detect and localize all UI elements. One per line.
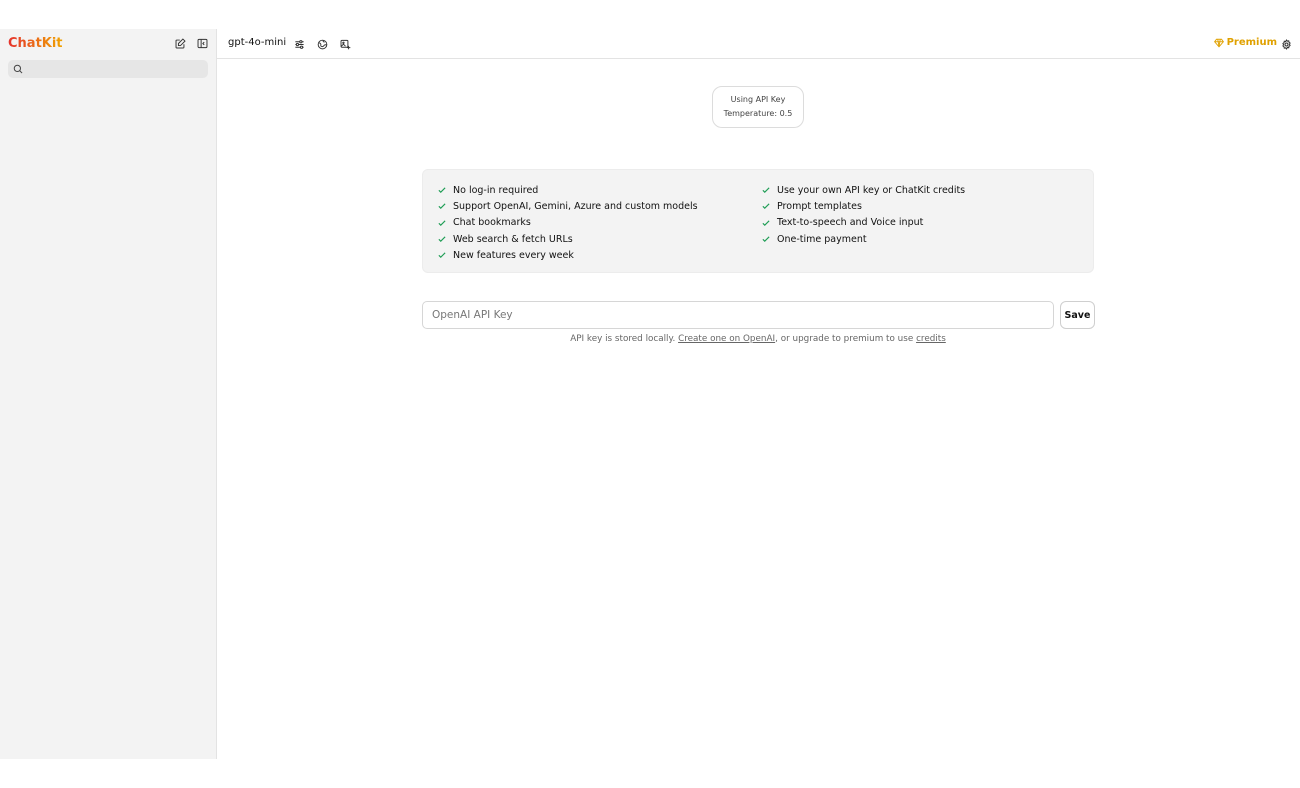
model-selector[interactable]: gpt-4o-mini — [228, 37, 286, 48]
api-status-label: Using API Key — [730, 95, 786, 104]
feature-item: No log-in required — [437, 182, 698, 198]
image-plus-icon[interactable] — [339, 38, 351, 50]
app-window: ChatKit gpt-4o-mini Premium Using API Ke… — [0, 29, 1300, 759]
api-note-prefix: API key is stored locally. — [570, 334, 679, 344]
api-key-row: Save — [422, 301, 1095, 329]
feature-label: Chat bookmarks — [453, 217, 531, 229]
feature-item: New features every week — [437, 247, 698, 263]
feature-item: Web search & fetch URLs — [437, 231, 698, 247]
check-icon — [437, 201, 447, 211]
check-icon — [437, 218, 447, 228]
feature-item: Chat bookmarks — [437, 215, 698, 231]
globe-icon[interactable] — [316, 38, 328, 50]
check-icon — [761, 201, 771, 211]
search-input[interactable] — [28, 63, 198, 75]
sliders-icon[interactable] — [293, 38, 305, 50]
api-note-middle: , or upgrade to premium to use — [775, 334, 917, 344]
check-icon — [761, 218, 771, 228]
premium-button[interactable]: Premium — [1213, 37, 1277, 48]
feature-label: One-time payment — [777, 233, 867, 245]
check-icon — [761, 185, 771, 195]
diamond-icon — [1213, 38, 1224, 47]
feature-item: Use your own API key or ChatKit credits — [761, 182, 965, 198]
features-panel: No log-in required Support OpenAI, Gemin… — [422, 169, 1094, 273]
top-bar: gpt-4o-mini Premium — [217, 29, 1300, 59]
check-icon — [761, 234, 771, 244]
check-icon — [437, 234, 447, 244]
topbar-actions — [293, 38, 351, 50]
new-chat-icon[interactable] — [174, 37, 186, 49]
search-icon — [13, 64, 23, 74]
credits-link[interactable]: credits — [916, 334, 946, 344]
check-icon — [437, 185, 447, 195]
feature-item: Text-to-speech and Voice input — [761, 215, 965, 231]
feature-label: Support OpenAI, Gemini, Azure and custom… — [453, 200, 698, 212]
api-key-input[interactable] — [422, 301, 1054, 329]
feature-label: Web search & fetch URLs — [453, 233, 573, 245]
feature-item: Support OpenAI, Gemini, Azure and custom… — [437, 198, 698, 214]
main-panel: gpt-4o-mini Premium Using API Key Temper… — [217, 29, 1300, 759]
check-icon — [437, 250, 447, 260]
premium-label: Premium — [1226, 37, 1277, 48]
features-right-column: Use your own API key or ChatKit credits … — [761, 182, 965, 247]
feature-item: Prompt templates — [761, 198, 965, 214]
api-status-badge: Using API Key Temperature: 0.5 — [712, 86, 804, 128]
search-box[interactable] — [8, 60, 208, 78]
save-button[interactable]: Save — [1060, 301, 1095, 329]
features-left-column: No log-in required Support OpenAI, Gemin… — [437, 182, 698, 263]
feature-label: Text-to-speech and Voice input — [777, 217, 924, 229]
temperature-label: Temperature: 0.5 — [723, 109, 793, 118]
sidebar: ChatKit — [0, 29, 217, 759]
sidebar-actions — [174, 37, 208, 49]
brand-logo: ChatKit — [8, 36, 63, 51]
gear-icon[interactable] — [1280, 38, 1292, 50]
feature-item: One-time payment — [761, 231, 965, 247]
api-key-note: API key is stored locally. Create one on… — [422, 334, 1094, 344]
feature-label: Use your own API key or ChatKit credits — [777, 184, 966, 196]
create-key-link[interactable]: Create one on OpenAI — [678, 334, 775, 344]
toggle-sidebar-icon[interactable] — [196, 37, 208, 49]
feature-label: No log-in required — [453, 184, 539, 196]
feature-label: New features every week — [453, 249, 574, 261]
feature-label: Prompt templates — [777, 200, 862, 212]
